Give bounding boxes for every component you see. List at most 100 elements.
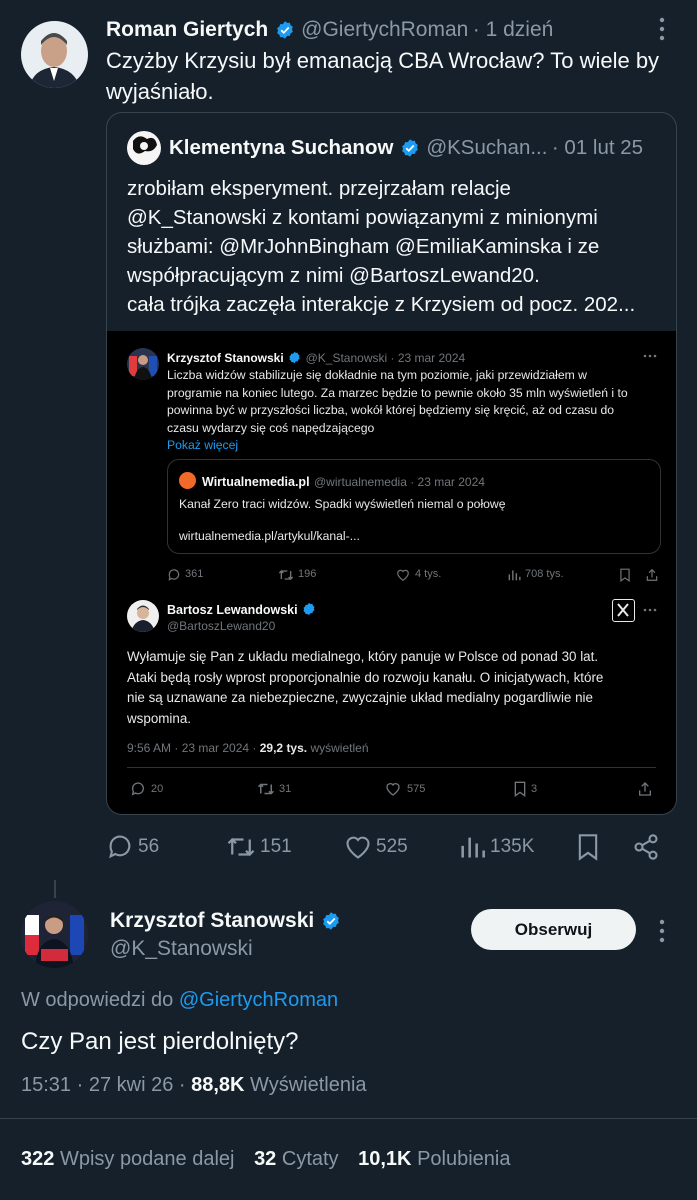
verified-badge-icon	[322, 912, 339, 930]
reply-icon	[131, 782, 144, 796]
views-count: 708 tys.	[525, 568, 564, 580]
verified-badge-icon	[303, 602, 315, 616]
replying-to: W odpowiedzi do @GiertychRoman	[21, 989, 338, 1012]
repost-icon	[227, 837, 255, 857]
avatar-giertych[interactable]	[21, 21, 88, 88]
embedded-post-header: Krzysztof Stanowski @K_Stanowski · 23 ma…	[167, 349, 465, 367]
avatar-lewandowski	[127, 600, 159, 632]
quote-time: · 01 lut 25	[551, 136, 644, 159]
reply-button[interactable]: 56	[106, 833, 159, 861]
embedded-actions: 361 196 4 tys. 708 tys.	[167, 567, 661, 583]
like-count: 575	[407, 783, 426, 795]
tweet-header: Roman Giertych @GiertychRoman · 1 dzień	[106, 18, 553, 44]
likes-stat[interactable]: 10,1K Polubienia	[358, 1148, 510, 1170]
replying-to-handle[interactable]: @GiertychRoman	[179, 989, 338, 1011]
quote-media-screenshot[interactable]: Krzysztof Stanowski @K_Stanowski · 23 ma…	[107, 331, 676, 814]
divider	[127, 767, 656, 768]
repost-icon	[257, 783, 275, 795]
card-author-handle: @wirtualnemedia · 23 mar 2024	[314, 475, 485, 489]
reply-icon	[168, 569, 180, 581]
reply-views-count: 88,8K	[191, 1074, 245, 1096]
author-handle[interactable]: @GiertychRoman	[301, 18, 468, 41]
more-options-icon[interactable]	[656, 16, 668, 42]
show-more-link: Pokaż więcej	[167, 438, 239, 452]
bookmark-icon	[578, 834, 598, 861]
quote-author-handle: @KSuchan...	[426, 136, 548, 159]
more-options-icon	[643, 607, 657, 613]
bookmark-icon	[620, 568, 630, 582]
views-icon	[461, 837, 485, 858]
embedded-text-line: nie są uznawane za niebezpieczne, zwycza…	[127, 690, 593, 705]
quoted-tweet[interactable]: Klementyna Suchanow @KSuchan... · 01 lut…	[106, 112, 677, 815]
quote-author-name[interactable]: Klementyna Suchanow	[169, 136, 393, 159]
bookmark-icon	[514, 781, 526, 797]
views-icon	[508, 570, 521, 581]
tweet-text-line: wyjaśniało.	[106, 79, 214, 104]
embedded-post-text: Liczba widzów stabilizuje się dokładnie …	[167, 367, 667, 455]
more-options-icon	[643, 353, 657, 359]
reply-stats: 322 Wpisy podane dalej 32 Cytaty 10,1K P…	[21, 1148, 510, 1171]
quote-line: zrobiłam eksperyment. przejrzałam relacj…	[127, 177, 511, 200]
replying-to-prefix: W odpowiedzi do	[21, 989, 174, 1011]
repost-icon	[278, 570, 294, 580]
more-options-icon[interactable]	[656, 918, 668, 944]
embedded-author-handle: @BartoszLewand20	[167, 619, 276, 633]
embedded-text-line: wspomina.	[127, 710, 192, 726]
reposts-label: Wpisy podane dalej	[59, 1148, 235, 1170]
reposts-count: 322	[21, 1148, 55, 1170]
reply-icon	[109, 835, 131, 859]
quotes-stat[interactable]: 32 Cytaty	[254, 1148, 339, 1170]
repost-count: 31	[279, 783, 292, 795]
embedded-post-views-label: wyświetleń	[310, 741, 369, 755]
like-icon	[397, 569, 409, 581]
reply-views-label: Wyświetlenia	[250, 1074, 367, 1096]
avatar-stanowski[interactable]	[21, 901, 88, 968]
bookmark-count: 3	[531, 783, 538, 795]
card-author-name: Wirtualnemedia.pl	[202, 475, 310, 489]
embedded-post2-header: Bartosz Lewandowski	[167, 601, 316, 619]
quote-line: służbami: @MrJohnBingham @EmiliaKaminska…	[127, 235, 600, 258]
reply-author-name[interactable]: Krzysztof Stanowski	[110, 909, 314, 932]
verified-badge-icon	[402, 139, 418, 157]
tweet-time[interactable]: · 1 dzień	[473, 18, 554, 41]
embedded-text-line: Liczba widzów stabilizuje się dokładnie …	[167, 368, 587, 382]
reposts-stat[interactable]: 322 Wpisy podane dalej	[21, 1148, 235, 1170]
like-button[interactable]: 525	[344, 833, 408, 861]
follow-button[interactable]: Obserwuj	[471, 909, 636, 950]
like-count: 4 tys.	[415, 568, 442, 580]
reply-time[interactable]: 15:31 · 27 kwi 26 ·	[21, 1074, 186, 1096]
embedded-author-handle: @K_Stanowski · 23 mar 2024	[305, 351, 466, 365]
bookmark-button[interactable]	[576, 833, 600, 861]
quotes-label: Cytaty	[281, 1148, 339, 1170]
quote-line: cała trójka zaczęła interakcje z Krzysie…	[127, 293, 636, 316]
quotes-count: 32	[254, 1148, 277, 1170]
like-icon	[346, 836, 370, 859]
share-button[interactable]	[632, 833, 660, 861]
embedded-text-line: Ataki będą rosły wprost proporcjonalnie …	[127, 669, 604, 685]
quote-text: zrobiłam eksperyment. przejrzałam relacj…	[127, 174, 667, 319]
reply-count: 20	[151, 783, 164, 795]
likes-label: Polubienia	[417, 1148, 511, 1170]
reply-text: Czy Pan jest pierdolnięty?	[21, 1028, 299, 1055]
like-count: 525	[376, 836, 408, 857]
likes-count: 10,1K	[358, 1148, 412, 1170]
divider	[0, 1118, 697, 1119]
repost-button[interactable]: 151	[226, 833, 292, 861]
reply-author-handle[interactable]: @K_Stanowski	[110, 937, 253, 961]
embedded-post2-meta: 9:56 AM · 23 mar 2024 · 29,2 tys. wyświe…	[127, 741, 369, 755]
author-name[interactable]: Roman Giertych	[106, 18, 268, 41]
views-button[interactable]: 135K	[458, 833, 534, 861]
reply-count: 56	[138, 836, 160, 857]
share-icon	[646, 568, 658, 581]
embedded-post-time: 9:56 AM · 23 mar 2024 ·	[127, 741, 257, 755]
embedded-text-line: programie na koniec lutego. Za marzec bę…	[167, 385, 628, 400]
embedded-text-line: Wyłamuje się Pan z układu medialnego, kt…	[127, 649, 599, 664]
embedded-text-line: powinna być w przyszłości liczba, wokół …	[167, 403, 615, 417]
quote-header: Klementyna Suchanow @KSuchan... · 01 lut…	[169, 136, 643, 162]
views-count: 135K	[490, 836, 535, 857]
card-link: wirtualnemedia.pl/artykul/kanal-...	[179, 529, 360, 543]
repost-count: 151	[260, 836, 292, 857]
verified-badge-icon	[276, 21, 293, 39]
embedded-post2-text: Wyłamuje się Pan z układu medialnego, kt…	[127, 647, 667, 729]
quote-line: współpracującym z nimi @BartoszLewand20.	[127, 264, 540, 287]
